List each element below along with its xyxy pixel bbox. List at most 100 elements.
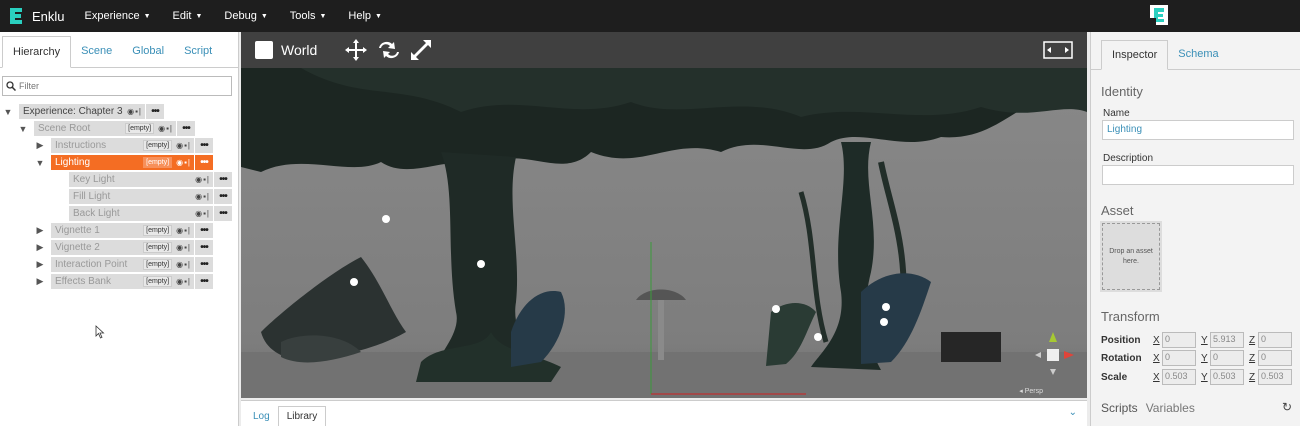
lock-icon[interactable]: ▪ <box>203 209 206 218</box>
tree-node-selected[interactable]: Lighting [empty] ◉ ▪ | <box>51 155 194 170</box>
scale-x-input[interactable]: 0.503 <box>1162 369 1196 385</box>
more-options-icon[interactable]: ••• <box>195 274 213 289</box>
visibility-lock-icons[interactable]: ◉ ▪ | <box>176 226 190 235</box>
axis-z-label[interactable]: Z <box>1249 335 1256 346</box>
axis-z-label[interactable]: Z <box>1249 353 1256 364</box>
eye-icon[interactable]: ◉ <box>176 141 183 150</box>
tree-row-vignette-2[interactable]: ▶ Vignette 2 [empty] ◉ ▪ | ••• <box>35 240 213 255</box>
lock-icon[interactable]: ▪ <box>184 277 187 286</box>
tab-script[interactable]: Script <box>174 35 222 67</box>
visibility-lock-icons[interactable]: ◉ ▪ | <box>195 209 209 218</box>
lock-icon[interactable]: ▪ <box>184 141 187 150</box>
axis-x-label[interactable]: X <box>1153 372 1160 383</box>
tree-row-back-light[interactable]: Back Light ◉ ▪ | ••• <box>69 206 232 221</box>
persp-label[interactable]: ◂ Persp <box>1019 387 1043 395</box>
tab-scene[interactable]: Scene <box>71 35 122 67</box>
more-options-icon[interactable]: ••• <box>195 257 213 272</box>
visibility-lock-icons[interactable]: ◉ ▪ | <box>127 107 141 116</box>
tree-node[interactable]: Experience: Chapter 3 ◉ ▪ | <box>19 104 145 119</box>
visibility-lock-icons[interactable]: ◉ ▪ | <box>176 260 190 269</box>
axis-y-label[interactable]: Y <box>1201 353 1208 364</box>
tree-row-lighting[interactable]: ▼ Lighting [empty] ◉ ▪ | ••• <box>35 155 213 170</box>
light-gizmo-icon[interactable] <box>814 333 822 341</box>
more-options-icon[interactable]: ••• <box>195 155 213 170</box>
menu-experience[interactable]: Experience ▼ <box>85 10 151 22</box>
tree-node[interactable]: Key Light ◉ ▪ | <box>69 172 213 187</box>
rotation-z-input[interactable]: 0 <box>1258 350 1292 366</box>
description-input[interactable] <box>1102 165 1294 185</box>
name-input[interactable]: Lighting <box>1102 120 1294 140</box>
tree-node[interactable]: Interaction Point [empty] ◉ ▪ | <box>51 257 194 272</box>
tree-row-interaction-point[interactable]: ▶ Interaction Point [empty] ◉ ▪ | ••• <box>35 257 213 272</box>
lock-icon[interactable]: ▪ <box>203 192 206 201</box>
more-options-icon[interactable]: ••• <box>195 223 213 238</box>
expand-right-icon[interactable]: ▶ <box>35 242 45 253</box>
lock-icon[interactable]: ▪ <box>184 158 187 167</box>
lock-icon[interactable]: ▪ <box>184 243 187 252</box>
axis-x-label[interactable]: X <box>1153 353 1160 364</box>
visibility-lock-icons[interactable]: ◉ ▪ | <box>195 175 209 184</box>
tree-row-experience[interactable]: ▼ Experience: Chapter 3 ◉ ▪ | ••• <box>3 104 164 119</box>
tree-row-scene-root[interactable]: ▼ Scene Root [empty] ◉ ▪ | ••• <box>18 121 195 136</box>
eye-icon[interactable]: ◉ <box>195 209 202 218</box>
more-options-icon[interactable]: ••• <box>177 121 195 136</box>
axis-z-label[interactable]: Z <box>1249 372 1256 383</box>
visibility-lock-icons[interactable]: ◉ ▪ | <box>176 158 190 167</box>
light-gizmo-icon[interactable] <box>477 260 485 268</box>
visibility-lock-icons[interactable]: ◉ ▪ | <box>195 192 209 201</box>
eye-icon[interactable]: ◉ <box>127 107 134 116</box>
tab-inspector[interactable]: Inspector <box>1101 40 1169 70</box>
expand-down-icon[interactable]: ▼ <box>35 158 45 168</box>
tab-log[interactable]: Log <box>245 406 278 426</box>
visibility-lock-icons[interactable]: ◉ ▪ | <box>176 243 190 252</box>
tree-row-instructions[interactable]: ▶ Instructions [empty] ◉ ▪ | ••• <box>35 138 213 153</box>
eye-icon[interactable]: ◉ <box>176 226 183 235</box>
menu-help[interactable]: Help ▼ <box>348 10 382 22</box>
visibility-lock-icons[interactable]: ◉ ▪ | <box>176 141 190 150</box>
light-gizmo-icon[interactable] <box>882 303 890 311</box>
move-tool-icon[interactable] <box>344 38 368 62</box>
lock-icon[interactable]: ▪ <box>184 260 187 269</box>
more-options-icon[interactable]: ••• <box>195 240 213 255</box>
tab-scripts[interactable]: Scripts <box>1101 401 1138 415</box>
scale-y-input[interactable]: 0.503 <box>1210 369 1244 385</box>
expand-right-icon[interactable]: ▶ <box>35 140 45 151</box>
tab-library[interactable]: Library <box>277 406 327 426</box>
enklu-badge-icon[interactable] <box>1150 5 1168 28</box>
scene-render[interactable] <box>241 32 1087 398</box>
visibility-lock-icons[interactable]: ◉ ▪ | <box>176 277 190 286</box>
lock-icon[interactable]: ▪ <box>184 226 187 235</box>
tree-row-key-light[interactable]: Key Light ◉ ▪ | ••• <box>69 172 232 187</box>
tree-node[interactable]: Effects Bank [empty] ◉ ▪ | <box>51 274 194 289</box>
scene-viewport[interactable]: World ◂ Persp <box>241 32 1087 398</box>
tree-row-fill-light[interactable]: Fill Light ◉ ▪ | ••• <box>69 189 232 204</box>
tab-schema[interactable]: Schema <box>1168 39 1228 69</box>
asset-drop-zone[interactable]: Drop an asset here. <box>1100 221 1162 292</box>
more-options-icon[interactable]: ••• <box>214 206 232 221</box>
eye-icon[interactable]: ◉ <box>176 260 183 269</box>
rotate-tool-icon[interactable] <box>376 38 402 62</box>
menu-tools[interactable]: Tools ▼ <box>290 10 327 22</box>
lock-icon[interactable]: ▪ <box>166 124 169 133</box>
light-gizmo-icon[interactable] <box>382 215 390 223</box>
light-gizmo-icon[interactable] <box>772 305 780 313</box>
menu-debug[interactable]: Debug ▼ <box>224 10 267 22</box>
lock-icon[interactable]: ▪ <box>203 175 206 184</box>
more-options-icon[interactable]: ••• <box>146 104 164 119</box>
tab-hierarchy[interactable]: Hierarchy <box>2 36 72 68</box>
filter-input[interactable] <box>19 81 219 91</box>
lock-icon[interactable]: ▪ <box>135 107 138 116</box>
eye-icon[interactable]: ◉ <box>176 158 183 167</box>
menu-edit[interactable]: Edit ▼ <box>173 10 203 22</box>
eye-icon[interactable]: ◉ <box>176 277 183 286</box>
eye-icon[interactable]: ◉ <box>158 124 165 133</box>
more-options-icon[interactable]: ••• <box>214 189 232 204</box>
tab-variables[interactable]: Variables <box>1146 401 1195 415</box>
chevron-down-icon[interactable]: ⌄ <box>1069 407 1077 418</box>
world-checkbox[interactable] <box>255 41 273 59</box>
eye-icon[interactable]: ◉ <box>195 192 202 201</box>
tree-row-effects-bank[interactable]: ▶ Effects Bank [empty] ◉ ▪ | ••• <box>35 274 213 289</box>
tree-node[interactable]: Scene Root [empty] ◉ ▪ | <box>34 121 176 136</box>
light-gizmo-icon[interactable] <box>350 278 358 286</box>
eye-icon[interactable]: ◉ <box>195 175 202 184</box>
